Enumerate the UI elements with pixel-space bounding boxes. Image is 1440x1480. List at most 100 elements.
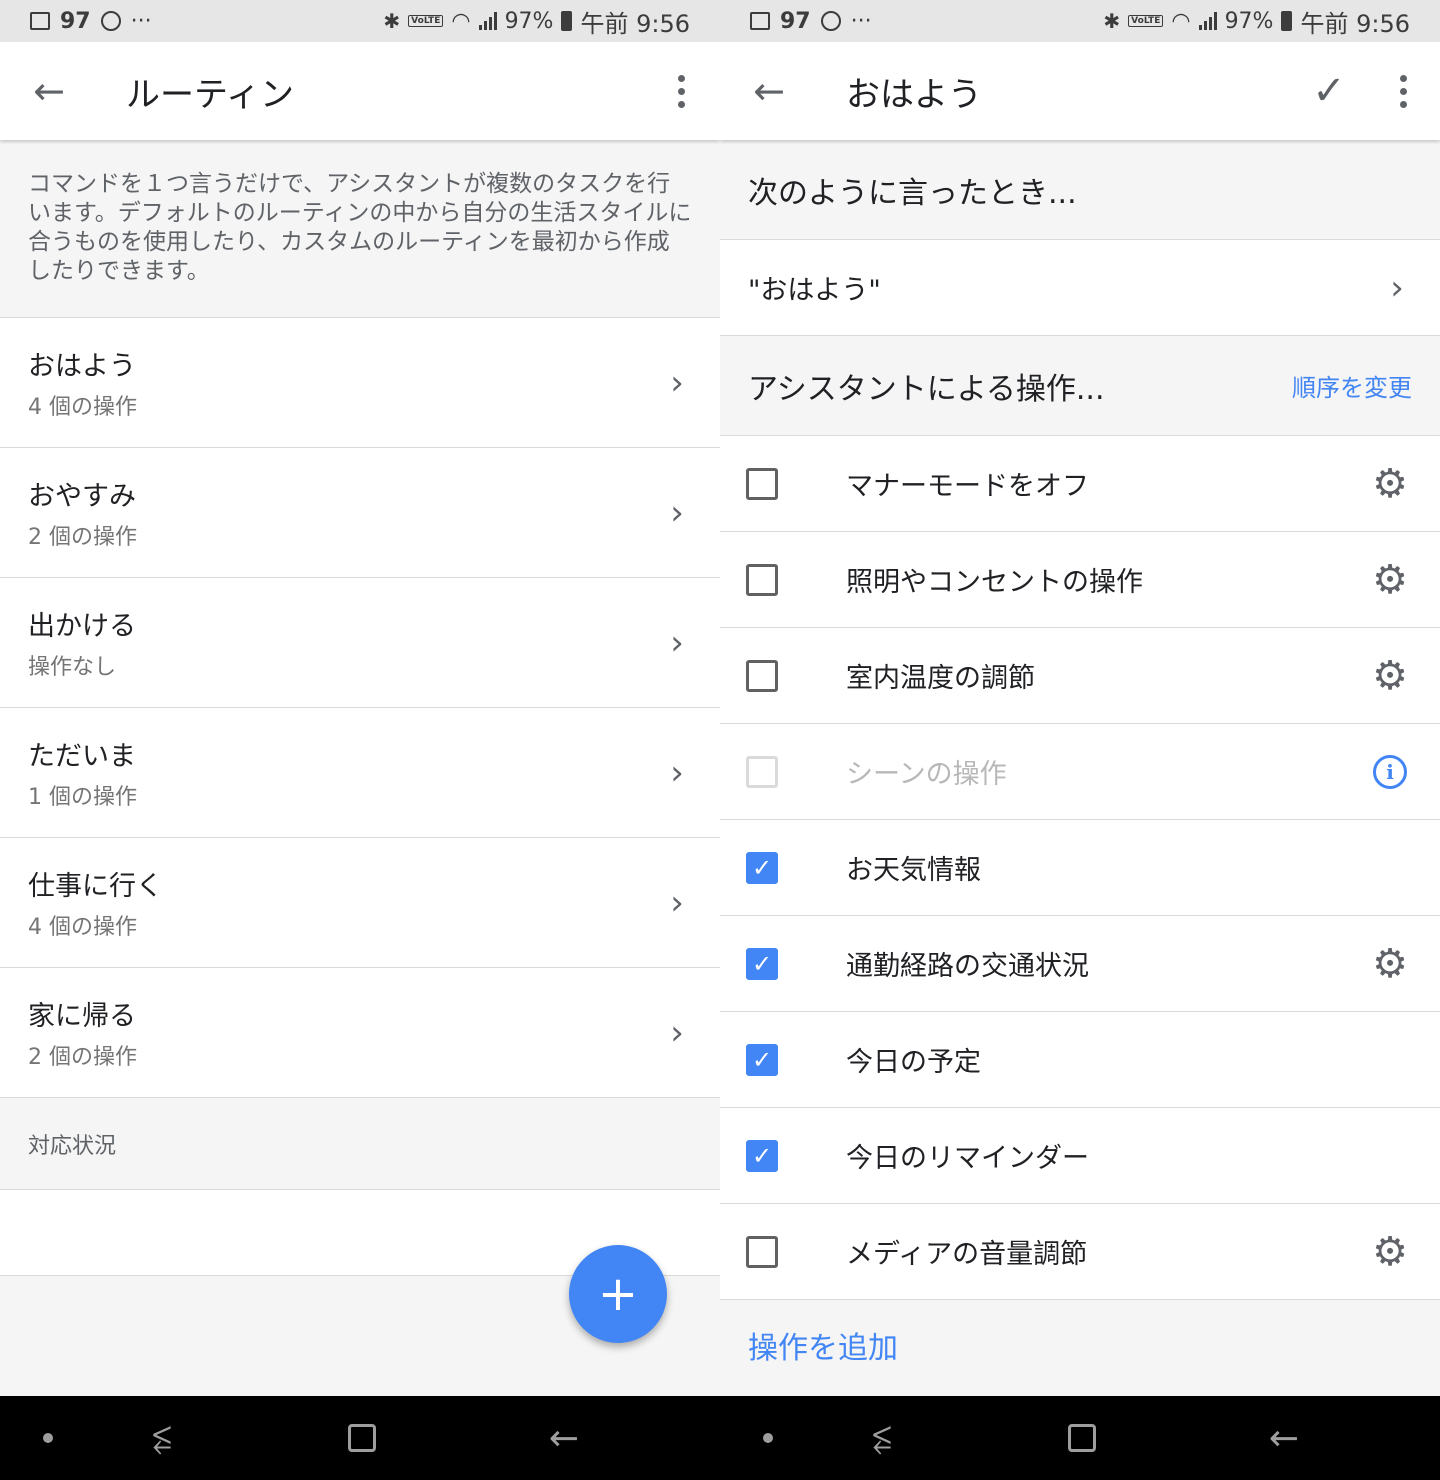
action-label: 今日の予定 — [846, 1047, 981, 1078]
battery-icon — [561, 11, 573, 31]
actions-heading: アシスタントによる操作... — [748, 371, 1105, 407]
action-label: 照明やコンセントの操作 — [846, 567, 1143, 598]
routine-name: 家に帰る — [28, 1001, 136, 1032]
routine-item[interactable]: おはよう 4 個の操作 › — [0, 318, 720, 448]
chevron-right-icon: › — [670, 882, 684, 923]
action-checkbox[interactable]: ✓ — [746, 851, 778, 884]
notification-count: 97 — [780, 8, 811, 34]
action-info-button[interactable]: i — [1340, 754, 1440, 789]
action-checkbox[interactable] — [746, 563, 778, 596]
action-checkbox[interactable] — [746, 467, 778, 500]
add-routine-button[interactable]: + — [569, 1245, 667, 1343]
action-checkbox — [746, 755, 778, 788]
gallery-icon — [750, 12, 770, 30]
action-settings-button[interactable]: ⚙ — [1340, 1229, 1440, 1275]
nav-dot-button[interactable] — [748, 1396, 788, 1480]
back-button[interactable]: ← — [720, 42, 818, 140]
arrow-back-icon: ← — [33, 69, 65, 113]
routine-item[interactable]: 仕事に行く 4 個の操作 › — [0, 838, 720, 968]
action-row[interactable]: 照明やコンセントの操作 ⚙ — [720, 532, 1440, 628]
action-row[interactable]: ✓ 今日の予定 — [720, 1012, 1440, 1108]
back-nav-button[interactable]: ← — [532, 1396, 596, 1480]
info-icon: i — [1373, 754, 1407, 789]
add-action-button[interactable]: 操作を追加 — [720, 1300, 1440, 1390]
overflow-menu-button[interactable] — [644, 42, 718, 140]
action-label: 今日のリマインダー — [846, 1143, 1089, 1174]
app-bar: ← おはよう ✓ — [720, 42, 1440, 140]
bluetooth-icon: ✱ — [1103, 9, 1121, 33]
routine-item[interactable]: おやすみ 2 個の操作 › — [0, 448, 720, 578]
chevron-right-icon: › — [670, 1012, 684, 1053]
action-checkbox[interactable] — [746, 659, 778, 692]
back-nav-button[interactable]: ← — [1252, 1396, 1316, 1480]
system-nav-bar: ⥶ ← ⥶ ← — [0, 1396, 1440, 1480]
action-row[interactable]: メディアの音量調節 ⚙ — [720, 1204, 1440, 1300]
back-icon: ← — [1268, 1417, 1300, 1459]
routine-item[interactable]: ただいま 1 個の操作 › — [0, 708, 720, 838]
home-button[interactable] — [330, 1396, 394, 1480]
action-row[interactable]: ✓ 今日のリマインダー — [720, 1108, 1440, 1204]
action-checkbox[interactable]: ✓ — [746, 947, 778, 980]
more-vert-icon — [1399, 74, 1407, 108]
reorder-link[interactable]: 順序を変更 — [1292, 368, 1412, 403]
action-checkbox[interactable]: ✓ — [746, 1043, 778, 1076]
recents-button[interactable]: ⥶ — [850, 1396, 914, 1480]
sync-icon — [100, 11, 121, 31]
signal-icon — [478, 12, 497, 30]
home-button[interactable] — [1050, 1396, 1114, 1480]
volte-icon: VoLTE — [408, 15, 444, 27]
app-bar: ← ルーティン — [0, 42, 720, 140]
action-list: マナーモードをオフ ⚙ 照明やコンセントの操作 ⚙ 室内温度の調節 ⚙ シーンの… — [720, 436, 1440, 1300]
nav-dot-button[interactable] — [28, 1396, 68, 1480]
more-vert-icon — [677, 74, 685, 108]
save-button[interactable]: ✓ — [1292, 42, 1366, 140]
action-label: メディアの音量調節 — [846, 1239, 1088, 1270]
status-bar: 97 ··· ✱ VoLTE ◠ 97% 午前 9:56 — [720, 0, 1440, 42]
routine-name: おやすみ — [28, 481, 136, 512]
dot-icon — [763, 1433, 773, 1443]
check-icon: ✓ — [751, 1045, 773, 1074]
routine-name: おはよう — [28, 351, 136, 382]
trigger-phrase: "おはよう" — [748, 275, 881, 306]
routine-item[interactable]: 出かける 操作なし › — [0, 578, 720, 708]
volte-icon: VoLTE — [1128, 15, 1164, 27]
action-row[interactable]: ✓ お天気情報 — [720, 820, 1440, 916]
routine-name: 仕事に行く — [28, 871, 163, 902]
recents-button[interactable]: ⥶ — [130, 1396, 194, 1480]
action-row[interactable]: 室内温度の調節 ⚙ — [720, 628, 1440, 724]
action-checkbox[interactable]: ✓ — [746, 1139, 778, 1172]
dot-icon — [43, 1433, 53, 1443]
chevron-right-icon: › — [670, 362, 684, 403]
action-settings-button[interactable]: ⚙ — [1340, 941, 1440, 987]
action-settings-button[interactable]: ⚙ — [1340, 653, 1440, 699]
bluetooth-icon: ✱ — [383, 9, 401, 33]
clock: 午前 9:56 — [580, 9, 690, 38]
trigger-heading: 次のように言ったとき... — [720, 140, 1440, 240]
battery-percent: 97% — [504, 8, 554, 34]
action-settings-button[interactable]: ⚙ — [1340, 461, 1440, 507]
routines-screen: 97 ··· ✱ VoLTE ◠ 97% 午前 9:56 ← ルーティン コマン… — [0, 0, 720, 1396]
trigger-phrase-row[interactable]: "おはよう" › — [720, 240, 1440, 336]
battery-icon — [1281, 11, 1293, 31]
check-icon: ✓ — [751, 949, 773, 978]
action-row[interactable]: シーンの操作 i — [720, 724, 1440, 820]
routine-detail-screen: 97 ··· ✱ VoLTE ◠ 97% 午前 9:56 ← おはよう ✓ 次の… — [720, 0, 1440, 1396]
recent-apps-icon: ⥶ — [872, 1418, 892, 1458]
action-checkbox[interactable] — [746, 1235, 778, 1268]
page-title: ルーティン — [126, 74, 294, 115]
overflow-menu-button[interactable] — [1366, 42, 1440, 140]
routine-action-count: 1 個の操作 — [28, 785, 137, 810]
section-header-compatibility: 対応状況 — [0, 1098, 720, 1190]
actions-header: アシスタントによる操作... 順序を変更 — [720, 336, 1440, 436]
action-settings-button[interactable]: ⚙ — [1340, 557, 1440, 603]
routine-action-count: 操作なし — [28, 655, 117, 680]
back-button[interactable]: ← — [0, 42, 98, 140]
gear-icon: ⚙ — [1372, 652, 1408, 699]
routine-item[interactable]: 家に帰る 2 個の操作 › — [0, 968, 720, 1098]
action-row[interactable]: ✓ 通勤経路の交通状況 ⚙ — [720, 916, 1440, 1012]
chevron-right-icon: › — [1390, 267, 1404, 308]
routine-action-count: 4 個の操作 — [28, 915, 137, 940]
action-row[interactable]: マナーモードをオフ ⚙ — [720, 436, 1440, 532]
routine-name: ただいま — [28, 741, 136, 772]
recent-apps-icon: ⥶ — [152, 1418, 172, 1458]
